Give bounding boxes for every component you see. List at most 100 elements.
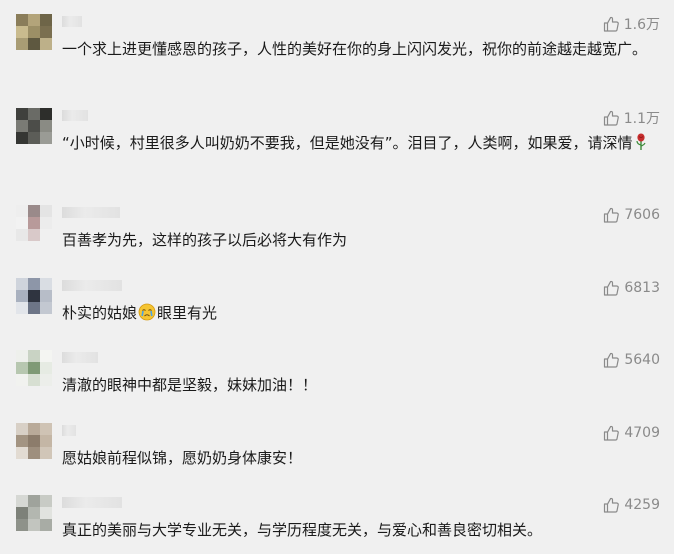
avatar-mosaic-cell — [28, 423, 40, 435]
avatar-mosaic-cell — [40, 108, 52, 120]
avatar[interactable] — [16, 278, 52, 314]
thumbs-up-outline-icon — [604, 497, 620, 513]
avatar-mosaic-cell — [28, 519, 40, 531]
username-blurred[interactable] — [62, 497, 122, 508]
avatar-mosaic-cell — [16, 423, 28, 435]
avatar-mosaic-cell — [16, 495, 28, 507]
avatar[interactable] — [16, 205, 52, 241]
username-blurred[interactable] — [62, 280, 122, 291]
avatar-mosaic-cell — [28, 205, 40, 217]
avatar-pixels — [16, 278, 52, 314]
avatar-mosaic-cell — [28, 362, 40, 374]
avatar-mosaic-cell — [16, 435, 28, 447]
avatar-mosaic-cell — [40, 350, 52, 362]
avatar-pixels — [16, 205, 52, 241]
username-blurred[interactable] — [62, 425, 76, 436]
thumbs-up-outline-icon — [604, 352, 620, 368]
avatar-mosaic-cell — [40, 302, 52, 314]
avatar-mosaic-cell — [40, 362, 52, 374]
avatar-mosaic-cell — [28, 26, 40, 38]
comment-text: 百善孝为先，这样的孩子以后必将大有作为 — [62, 231, 348, 249]
avatar[interactable] — [16, 108, 52, 144]
avatar[interactable] — [16, 14, 52, 50]
comment-text: “小时候，村里很多人叫奶奶不要我，但是她没有”。泪目了，人类啊，如果爱，请深情 — [62, 132, 660, 154]
avatar-mosaic-cell — [16, 229, 28, 241]
avatar-mosaic-cell — [16, 205, 28, 217]
avatar-mosaic-cell — [28, 495, 40, 507]
avatar-mosaic-cell — [28, 435, 40, 447]
avatar-mosaic-cell — [16, 507, 28, 519]
avatar-mosaic-cell — [28, 217, 40, 229]
avatar-mosaic-cell — [16, 108, 28, 120]
comment-list: 1.6万 一个求上进更懂感恩的孩子，人性的美好在你的身上闪闪发光，祝你的前途越走… — [0, 0, 674, 554]
avatar-mosaic-cell — [16, 217, 28, 229]
avatar-pixels — [16, 423, 52, 459]
like-button[interactable]: 6813 — [603, 278, 660, 298]
avatar-mosaic-cell — [16, 374, 28, 386]
like-button[interactable]: 4259 — [603, 495, 660, 515]
avatar-mosaic-cell — [40, 14, 52, 26]
avatar-mosaic-cell — [40, 120, 52, 132]
avatar-mosaic-cell — [28, 302, 40, 314]
comment-text: 朴实的姑娘 眼里有光 — [62, 302, 662, 324]
avatar-mosaic-cell — [40, 229, 52, 241]
thumbs-up-outline-icon — [603, 110, 619, 126]
avatar-mosaic-cell — [28, 120, 40, 132]
avatar-mosaic-cell — [40, 447, 52, 459]
avatar-mosaic-cell — [40, 374, 52, 386]
avatar-mosaic-cell — [16, 447, 28, 459]
avatar-mosaic-cell — [28, 14, 40, 26]
avatar[interactable] — [16, 423, 52, 459]
avatar-mosaic-cell — [28, 229, 40, 241]
avatar-pixels — [16, 495, 52, 531]
avatar-mosaic-cell — [40, 423, 52, 435]
avatar-mosaic-cell — [28, 507, 40, 519]
avatar-mosaic-cell — [16, 14, 28, 26]
thumbs-up-outline-icon — [604, 207, 620, 223]
avatar-mosaic-cell — [40, 290, 52, 302]
thumbs-up-outline-icon — [604, 425, 620, 441]
avatar-mosaic-cell — [16, 290, 28, 302]
avatar[interactable] — [16, 350, 52, 386]
like-button[interactable]: 1.6万 — [603, 14, 660, 34]
username-blurred[interactable] — [62, 16, 82, 27]
like-button[interactable]: 7606 — [603, 205, 660, 225]
comment-text-part: 朴实的姑娘 — [62, 304, 138, 322]
thumbs-up-outline-icon — [603, 16, 619, 32]
avatar-mosaic-cell — [40, 26, 52, 38]
username-blurred[interactable] — [62, 110, 88, 121]
avatar-mosaic-cell — [40, 217, 52, 229]
avatar-mosaic-cell — [40, 435, 52, 447]
avatar-mosaic-cell — [40, 38, 52, 50]
like-count: 5640 — [624, 352, 660, 368]
avatar-pixels — [16, 350, 52, 386]
like-count: 1.1万 — [623, 111, 660, 127]
like-count: 4259 — [624, 497, 660, 513]
comment-text-part: 眼里有光 — [157, 304, 218, 322]
like-count: 1.6万 — [623, 17, 660, 33]
avatar-mosaic-cell — [16, 519, 28, 531]
avatar-mosaic-cell — [28, 374, 40, 386]
avatar-mosaic-cell — [16, 350, 28, 362]
avatar-mosaic-cell — [28, 132, 40, 144]
like-button[interactable]: 4709 — [603, 423, 660, 443]
username-blurred[interactable] — [62, 207, 120, 218]
like-button[interactable]: 1.1万 — [603, 108, 660, 128]
comment-text: 清澈的眼神中都是坚毅，妹妹加油！！ — [62, 376, 318, 394]
rose-icon — [635, 133, 646, 150]
avatar[interactable] — [16, 495, 52, 531]
avatar-mosaic-cell — [16, 362, 28, 374]
avatar-mosaic-cell — [40, 507, 52, 519]
avatar-mosaic-cell — [40, 495, 52, 507]
avatar-mosaic-cell — [28, 290, 40, 302]
avatar-mosaic-cell — [40, 205, 52, 217]
like-button[interactable]: 5640 — [603, 350, 660, 370]
comment-text: 真正的美丽与大学专业无关，与学历程度无关，与爱心和善良密切相关。 — [62, 521, 543, 539]
avatar-mosaic-cell — [40, 519, 52, 531]
avatar-mosaic-cell — [28, 350, 40, 362]
avatar-mosaic-cell — [16, 38, 28, 50]
like-count: 6813 — [624, 280, 660, 296]
username-blurred[interactable] — [62, 352, 98, 363]
avatar-mosaic-cell — [28, 38, 40, 50]
avatar-mosaic-cell — [40, 132, 52, 144]
